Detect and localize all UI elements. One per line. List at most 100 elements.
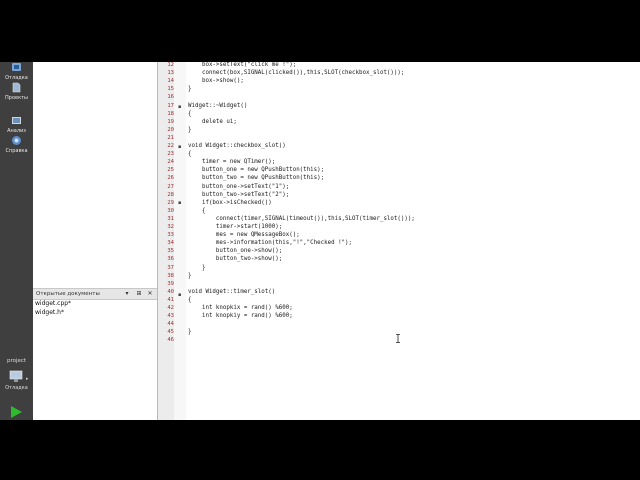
line-number: 31 <box>167 215 174 222</box>
code-line: button_two->show(); <box>188 256 283 263</box>
line-number: 28 <box>167 191 174 198</box>
code-line: mes->information(this,"!","Checked !"); <box>188 240 353 247</box>
line-number: 15 <box>167 86 174 93</box>
code-line: timer = new QTimer(); <box>188 159 276 166</box>
code-line: timer->start(1000); <box>188 224 283 230</box>
code-editor[interactable]: 12 box->setText("click me !"); 13 connect… <box>158 62 640 420</box>
fold-marker-icon[interactable]: ▪ <box>178 200 181 206</box>
code-line: } <box>188 329 192 336</box>
open-documents-header: Открытые документы ▾ ⊞ ✕ <box>33 288 157 300</box>
code-line: box->setText("click me !"); <box>188 62 297 68</box>
line-number: 43 <box>167 313 174 320</box>
line-number: 19 <box>167 118 174 125</box>
split-icon[interactable]: ⊞ <box>135 290 143 297</box>
mode-debug[interactable]: Отладка <box>0 62 33 81</box>
mode-label: Отладка <box>5 75 28 81</box>
mode-help[interactable]: Справка <box>0 135 33 154</box>
code-line: box->show(); <box>188 78 244 85</box>
open-documents-title: Открытые документы <box>36 291 100 297</box>
navigation-pane <box>33 62 157 288</box>
fold-marker-icon[interactable]: ▪ <box>178 104 181 110</box>
line-number: 33 <box>167 232 174 239</box>
mode-label: Справка <box>5 148 28 154</box>
fold-marker-icon[interactable]: ▪ <box>178 292 181 298</box>
line-number: 23 <box>167 151 174 158</box>
code-line: } <box>188 86 192 93</box>
dropdown-icon[interactable]: ▾ <box>123 290 131 297</box>
code-line: } <box>188 272 192 279</box>
open-document-item[interactable]: widget.h* <box>35 309 64 316</box>
mode-analyze[interactable]: Анализ <box>0 115 33 134</box>
project-mode-label: Отладка <box>5 385 28 391</box>
line-number: 14 <box>167 78 174 85</box>
text-cursor-icon <box>396 334 400 343</box>
code-line: delete ui; <box>188 118 237 125</box>
project-target-selector[interactable]: ▸ Отладка <box>0 368 33 392</box>
code-line: } <box>188 264 206 271</box>
mode-projects[interactable]: Проекты <box>0 82 33 101</box>
line-number: 27 <box>167 183 174 190</box>
code-line: { <box>188 151 192 158</box>
line-number: 25 <box>167 167 174 174</box>
code-line: Widget::~Widget() <box>188 102 248 109</box>
line-number: 46 <box>167 337 174 344</box>
line-number: 20 <box>167 126 174 133</box>
line-number: 16 <box>167 94 174 101</box>
line-number: 24 <box>167 159 174 166</box>
line-number: 12 <box>167 62 174 68</box>
line-number: 34 <box>167 240 174 247</box>
fold-marker-icon[interactable]: ▪ <box>178 144 181 150</box>
line-number: 45 <box>167 329 174 336</box>
project-name: project <box>6 358 27 364</box>
code-line: button_one->setText("1"); <box>188 183 290 190</box>
code-line: } <box>188 126 192 133</box>
open-document-item[interactable]: widget.cpp* <box>35 300 71 307</box>
line-number: 38 <box>167 272 174 279</box>
code-line: button_two->setText("2"); <box>188 191 290 198</box>
side-panel: Открытые документы ▾ ⊞ ✕ widget.cpp* wid… <box>33 62 158 420</box>
mode-bar: Отладка Проекты Анализ Справка <box>0 62 33 420</box>
bug-icon <box>12 63 21 71</box>
close-icon[interactable]: ✕ <box>146 290 154 297</box>
code-line: { <box>188 296 192 303</box>
code-line: int knopkix = rand() %600; <box>188 305 293 311</box>
line-number: 18 <box>167 110 174 117</box>
qt-creator-window: Отладка Проекты Анализ Справка project ▸… <box>0 0 640 480</box>
analyze-icon <box>12 117 21 124</box>
code-line: { <box>188 110 192 117</box>
line-number: 41 <box>167 296 174 303</box>
line-number: 40 <box>167 288 174 295</box>
code-line: connect(box,SIGNAL(clicked()),this,SLOT(… <box>188 70 405 77</box>
mode-label: Анализ <box>7 128 26 134</box>
line-number: 37 <box>167 264 174 271</box>
line-number: 29 <box>167 199 174 206</box>
monitor-icon <box>9 370 23 382</box>
code-line: button_one->show(); <box>188 248 283 255</box>
projects-icon <box>12 82 21 93</box>
line-number: 13 <box>167 70 174 77</box>
line-number: 36 <box>167 256 174 263</box>
code-line: button_one = new QPushButton(this); <box>188 167 325 174</box>
line-number: 17 <box>167 102 174 109</box>
code-line: int knopkiy = rand() %600; <box>188 313 293 320</box>
line-number: 26 <box>167 175 174 182</box>
chevron-right-icon: ▸ <box>26 376 29 382</box>
line-number: 44 <box>167 321 174 328</box>
mode-label: Проекты <box>5 95 28 101</box>
line-number: 21 <box>167 134 174 141</box>
run-button[interactable] <box>9 404 23 418</box>
line-number: 42 <box>167 305 174 311</box>
code-line: if(box->isChecked()) <box>188 199 272 206</box>
code-line: mes = new QMessageBox(); <box>188 232 300 239</box>
code-line: void Widget::checkbox_slot() <box>188 143 286 149</box>
bottom-black-area <box>0 420 640 480</box>
code-line: connect(timer,SIGNAL(timeout()),this,SLO… <box>188 215 415 222</box>
code-line: { <box>188 207 206 214</box>
code-line: button_two = new QPushButton(this); <box>188 175 325 182</box>
line-number: 30 <box>167 207 174 214</box>
line-number: 39 <box>167 280 174 287</box>
fold-margin <box>174 62 186 420</box>
play-icon <box>11 406 22 418</box>
line-number: 35 <box>167 248 174 255</box>
code-line: void Widget::timer_slot() <box>188 288 276 295</box>
